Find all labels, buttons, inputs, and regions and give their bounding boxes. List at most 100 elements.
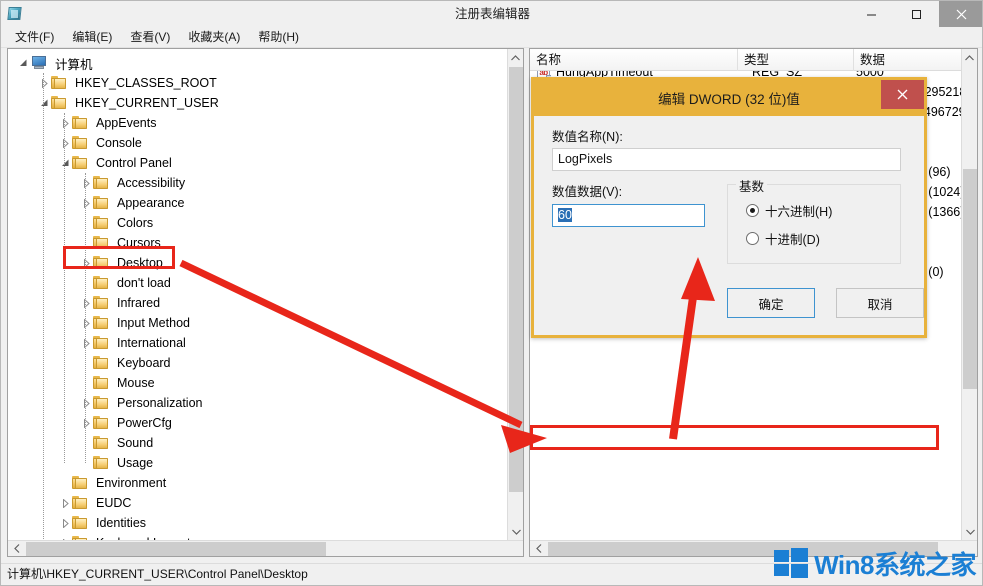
tree-node-infrared[interactable]: Infrared (79, 293, 163, 313)
folder-icon (93, 376, 110, 390)
tree-node-cursors[interactable]: Cursors (79, 233, 164, 253)
column-type[interactable]: 类型 (738, 49, 854, 71)
menu-edit[interactable]: 编辑(E) (63, 27, 121, 47)
title-bar: 注册表编辑器 (1, 1, 983, 27)
chevron-right-icon[interactable] (58, 113, 72, 133)
tree-node-appearance[interactable]: Appearance (79, 193, 187, 213)
dialog-close-button[interactable] (881, 80, 924, 109)
folder-icon (93, 456, 110, 470)
window-controls (849, 1, 983, 27)
tree-node-control-panel[interactable]: Control Panel (58, 153, 175, 173)
dialog-title-bar: 编辑 DWORD (32 位)值 (534, 80, 924, 116)
tree-node-eudc[interactable]: EUDC (58, 493, 134, 513)
tree-vertical-scrollbar[interactable] (507, 49, 523, 540)
chevron-right-icon[interactable] (79, 253, 93, 273)
folder-icon (72, 156, 89, 170)
tree-node-desktop[interactable]: Desktop (79, 253, 166, 273)
folder-icon (93, 416, 110, 430)
folder-icon (72, 116, 89, 130)
registry-tree[interactable]: 计算机HKEY_CLASSES_ROOTHKEY_CURRENT_USERApp… (8, 49, 508, 556)
list-vertical-scrollbar[interactable] (961, 49, 977, 540)
tree-node-label: Console (93, 136, 145, 150)
tree-spacer (79, 433, 93, 453)
tree-node-powercfg[interactable]: PowerCfg (79, 413, 175, 433)
tree-node-international[interactable]: International (79, 333, 189, 353)
tree-node-keyboard[interactable]: Keyboard (79, 353, 174, 373)
tree-node-colors[interactable]: Colors (79, 213, 156, 233)
chevron-right-icon[interactable] (79, 293, 93, 313)
tree-scroll-thumb[interactable] (509, 67, 523, 492)
tree-node-hkey-current-user[interactable]: HKEY_CURRENT_USER (37, 93, 222, 113)
chevron-right-icon[interactable] (37, 73, 51, 93)
menu-view[interactable]: 查看(V) (121, 27, 179, 47)
tree-node-label: 计算机 (52, 54, 96, 73)
tree-node-environment[interactable]: Environment (58, 473, 169, 493)
tree-hscroll-thumb[interactable] (26, 542, 326, 556)
tree-node-label: Appearance (114, 196, 187, 210)
chevron-right-icon[interactable] (58, 493, 72, 513)
column-name[interactable]: 名称 (530, 49, 738, 71)
tree-horizontal-scrollbar[interactable] (8, 540, 523, 556)
registry-editor-window: 注册表编辑器 文件(F)编辑(E)查看(V)收藏夹(A)帮助(H) 计算机 HKE… (0, 0, 983, 586)
folder-icon (93, 396, 110, 410)
radio-hexadecimal[interactable]: 十六进制(H) (746, 201, 832, 220)
close-button[interactable] (939, 1, 983, 27)
ok-button[interactable]: 确定 (727, 288, 815, 318)
chevron-right-icon[interactable] (79, 333, 93, 353)
tree-node-label: Accessibility (114, 176, 188, 190)
tree-spacer (79, 233, 93, 253)
chevron-right-icon[interactable] (79, 173, 93, 193)
chevron-right-icon[interactable] (79, 313, 93, 333)
chevron-right-icon[interactable] (79, 393, 93, 413)
menu-favorites[interactable]: 收藏夹(A) (179, 27, 249, 47)
tree-scroll-down-arrow[interactable] (508, 523, 524, 540)
chevron-down-icon[interactable] (37, 93, 51, 113)
list-scroll-left-arrow[interactable] (530, 541, 547, 557)
tree-node-label: Environment (93, 476, 169, 490)
chevron-down-icon[interactable] (16, 53, 30, 73)
watermark: Win8系统之家 (774, 543, 976, 583)
radio-decimal[interactable]: 十进制(D) (746, 229, 820, 248)
column-data[interactable]: 数据 (854, 49, 978, 71)
tree-node-label: HKEY_CLASSES_ROOT (72, 76, 220, 90)
dialog-title: 编辑 DWORD (32 位)值 (658, 88, 800, 108)
folder-icon (93, 356, 110, 370)
tree-node-label: Desktop (114, 256, 166, 270)
list-scroll-thumb[interactable] (963, 169, 977, 389)
chevron-right-icon[interactable] (79, 193, 93, 213)
tree-node-mouse[interactable]: Mouse (79, 373, 158, 393)
edit-dword-dialog: 编辑 DWORD (32 位)值 数值名称(N): LogPixels 数值数据… (531, 77, 927, 338)
tree-scroll-up-arrow[interactable] (508, 49, 523, 66)
menu-help[interactable]: 帮助(H) (249, 27, 308, 47)
tree-node-sound[interactable]: Sound (79, 433, 156, 453)
tree-node-hkey-classes-root[interactable]: HKEY_CLASSES_ROOT (37, 73, 220, 93)
value-data-input[interactable]: 60 (552, 204, 705, 227)
list-scroll-up-arrow[interactable] (962, 49, 977, 66)
tree-node-console[interactable]: Console (58, 133, 145, 153)
maximize-button[interactable] (894, 1, 939, 27)
tree-node-personalization[interactable]: Personalization (79, 393, 205, 413)
chevron-right-icon[interactable] (58, 513, 72, 533)
cancel-button[interactable]: 取消 (836, 288, 924, 318)
value-name-input[interactable]: LogPixels (552, 148, 901, 171)
tree-node-label: Identities (93, 516, 149, 530)
minimize-button[interactable] (849, 1, 894, 27)
tree-node-usage[interactable]: Usage (79, 453, 156, 473)
tree-node-input-method[interactable]: Input Method (79, 313, 193, 333)
tree-node-identities[interactable]: Identities (58, 513, 149, 533)
tree-guide-line (43, 73, 44, 556)
tree-node-don-t-load[interactable]: don't load (79, 273, 174, 293)
chevron-right-icon[interactable] (79, 413, 93, 433)
registry-tree-panel[interactable]: 计算机HKEY_CLASSES_ROOTHKEY_CURRENT_USERApp… (7, 48, 524, 557)
tree-node-appevents[interactable]: AppEvents (58, 113, 159, 133)
list-scroll-down-arrow[interactable] (962, 523, 978, 540)
chevron-right-icon[interactable] (58, 133, 72, 153)
tree-node-[interactable]: 计算机 (16, 53, 96, 73)
folder-icon (72, 136, 89, 150)
chevron-down-icon[interactable] (58, 153, 72, 173)
menu-file[interactable]: 文件(F) (6, 27, 63, 47)
folder-icon (93, 296, 110, 310)
radio-hexadecimal-label: 十六进制(H) (765, 201, 832, 220)
tree-scroll-left-arrow[interactable] (8, 541, 25, 557)
tree-node-accessibility[interactable]: Accessibility (79, 173, 188, 193)
